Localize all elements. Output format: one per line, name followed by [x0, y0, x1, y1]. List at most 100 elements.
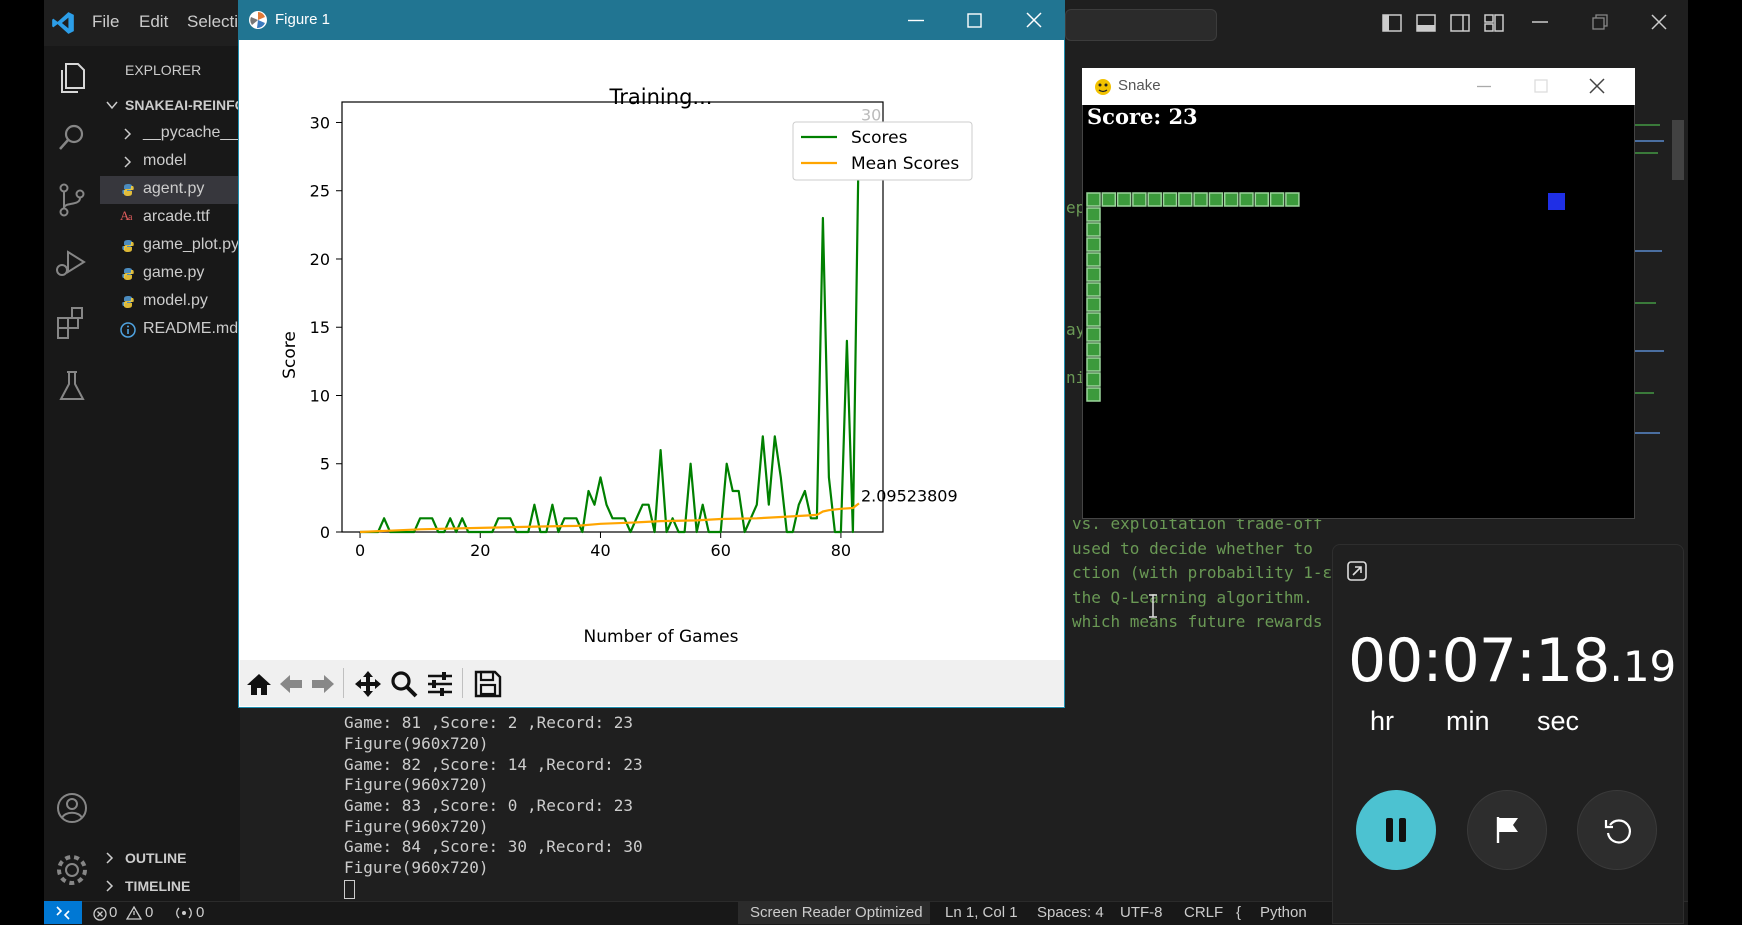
menu-edit[interactable]: Edit — [139, 12, 168, 32]
configure-icon[interactable] — [426, 670, 454, 698]
tree-item-model-py[interactable]: model.py — [100, 288, 240, 316]
snake-window-title: Snake — [1118, 77, 1161, 94]
tree-item-game-plot-py[interactable]: game_plot.py — [100, 232, 240, 260]
command-center[interactable] — [1065, 9, 1217, 41]
chevron-down-icon[interactable] — [106, 100, 118, 110]
stopwatch-fraction: .19 — [1609, 642, 1677, 691]
maximize-icon[interactable] — [1534, 79, 1548, 93]
explorer-icon[interactable] — [52, 58, 92, 98]
terminal-line: Game: 81 ,Score: 2 ,Record: 23 — [344, 713, 633, 732]
tree-item-label: arcade.ttf — [143, 208, 210, 225]
minimize-icon[interactable] — [1532, 20, 1548, 24]
run-debug-icon[interactable] — [52, 242, 92, 282]
chevron-right-icon — [124, 128, 132, 140]
snake-segment — [1269, 192, 1285, 207]
pause-icon — [1386, 818, 1406, 842]
legend-label-scores: Scores — [851, 128, 908, 148]
save-icon[interactable] — [474, 670, 502, 698]
maximize-icon[interactable] — [967, 13, 982, 28]
y-tick-label: 15 — [310, 318, 330, 337]
tree-item-readme[interactable]: README.md — [100, 316, 240, 344]
customize-layout-icon[interactable] — [1484, 14, 1504, 32]
timeline-section[interactable]: TIMELINE — [125, 878, 190, 894]
line-ending[interactable]: CRLF — [1184, 904, 1223, 921]
tree-item-label: game_plot.py — [143, 236, 240, 253]
figure-titlebar[interactable]: Figure 1 — [238, 0, 1065, 40]
snake-food — [1548, 193, 1565, 210]
testing-icon[interactable] — [52, 366, 92, 406]
snake-segment — [1086, 387, 1101, 402]
tree-item-game-py[interactable]: game.py — [100, 260, 240, 288]
source-control-icon[interactable] — [52, 180, 92, 220]
tree-item-pycache[interactable]: __pycache__ — [100, 120, 240, 148]
minimize-icon[interactable] — [908, 19, 924, 22]
warning-count[interactable]: 0 — [145, 904, 153, 921]
chart-title: Training... — [609, 85, 713, 109]
code-comment-line: used to decide whether to — [1072, 539, 1313, 558]
account-icon[interactable] — [52, 788, 92, 828]
unit-sec: sec — [1537, 706, 1580, 736]
project-folder[interactable]: SNAKEAI-REINFO — [125, 97, 246, 113]
tree-item-label: model — [143, 152, 187, 169]
snake-segment — [1086, 252, 1101, 267]
python-file-icon — [122, 240, 134, 252]
manage-gear-icon[interactable] — [52, 850, 92, 890]
close-icon[interactable] — [1589, 78, 1605, 94]
snake-segment — [1086, 192, 1101, 207]
tree-item-agent-py[interactable]: agent.py — [100, 176, 240, 204]
y-tick-label: 10 — [310, 386, 330, 405]
chevron-right-icon[interactable] — [106, 880, 114, 892]
screen-reader-status[interactable]: Screen Reader Optimized — [750, 904, 923, 921]
snake-segment — [1086, 297, 1101, 312]
language-mode[interactable]: Python — [1260, 904, 1307, 921]
vscode-logo-icon — [52, 12, 74, 34]
chevron-right-icon[interactable] — [106, 852, 114, 864]
outline-section[interactable]: OUTLINE — [125, 850, 186, 866]
snake-titlebar[interactable]: Snake — [1082, 68, 1635, 105]
snake-segment — [1101, 192, 1117, 207]
search-icon[interactable] — [52, 118, 92, 158]
snake-segment — [1086, 222, 1101, 237]
toggle-primary-sidebar-icon[interactable] — [1382, 14, 1402, 32]
menu-file[interactable]: File — [92, 12, 119, 32]
lap-button[interactable] — [1467, 790, 1547, 870]
cursor-position[interactable]: Ln 1, Col 1 — [945, 904, 1018, 921]
snake-segment — [1254, 192, 1270, 207]
extensions-icon[interactable] — [52, 304, 92, 344]
encoding[interactable]: UTF-8 — [1120, 904, 1163, 921]
close-icon[interactable] — [1026, 12, 1042, 28]
explorer-title: EXPLORER — [125, 62, 202, 78]
language-braces-icon: { — [1236, 904, 1242, 921]
minimap[interactable] — [1630, 92, 1688, 612]
restore-icon[interactable] — [1592, 14, 1608, 30]
tree-item-model-folder[interactable]: model — [100, 148, 240, 176]
indentation[interactable]: Spaces: 4 — [1037, 904, 1104, 921]
compact-overlay-icon[interactable] — [1346, 560, 1368, 582]
y-tick-label: 20 — [310, 250, 330, 269]
y-axis-label: Score — [280, 331, 300, 379]
ports-count[interactable]: 0 — [196, 904, 204, 921]
pan-icon[interactable] — [354, 670, 382, 698]
error-count[interactable]: 0 — [109, 904, 117, 921]
toggle-panel-icon[interactable] — [1416, 14, 1436, 32]
back-arrow-icon[interactable] — [278, 672, 304, 696]
zoom-icon[interactable] — [390, 670, 418, 698]
tree-item-arcade-ttf[interactable]: Aa arcade.ttf — [100, 204, 240, 232]
scrollbar-thumb[interactable] — [1672, 120, 1684, 180]
reset-button[interactable] — [1577, 790, 1657, 870]
python-file-icon — [122, 184, 134, 196]
y-tick-label: 30 — [310, 113, 330, 132]
menu-selection[interactable]: Selecti — [187, 12, 238, 32]
activity-bar — [44, 46, 101, 901]
home-icon[interactable] — [246, 672, 272, 696]
snake-segment — [1116, 192, 1132, 207]
close-icon[interactable] — [1651, 14, 1667, 30]
flag-icon — [1496, 817, 1518, 843]
pause-button[interactable] — [1356, 790, 1436, 870]
minimize-icon[interactable] — [1477, 85, 1491, 88]
value-annotation: 2.09523809 — [861, 486, 958, 505]
forward-arrow-icon[interactable] — [310, 672, 336, 696]
remote-indicator[interactable] — [44, 901, 82, 924]
snake-segment — [1086, 327, 1101, 342]
toggle-secondary-sidebar-icon[interactable] — [1450, 14, 1470, 32]
